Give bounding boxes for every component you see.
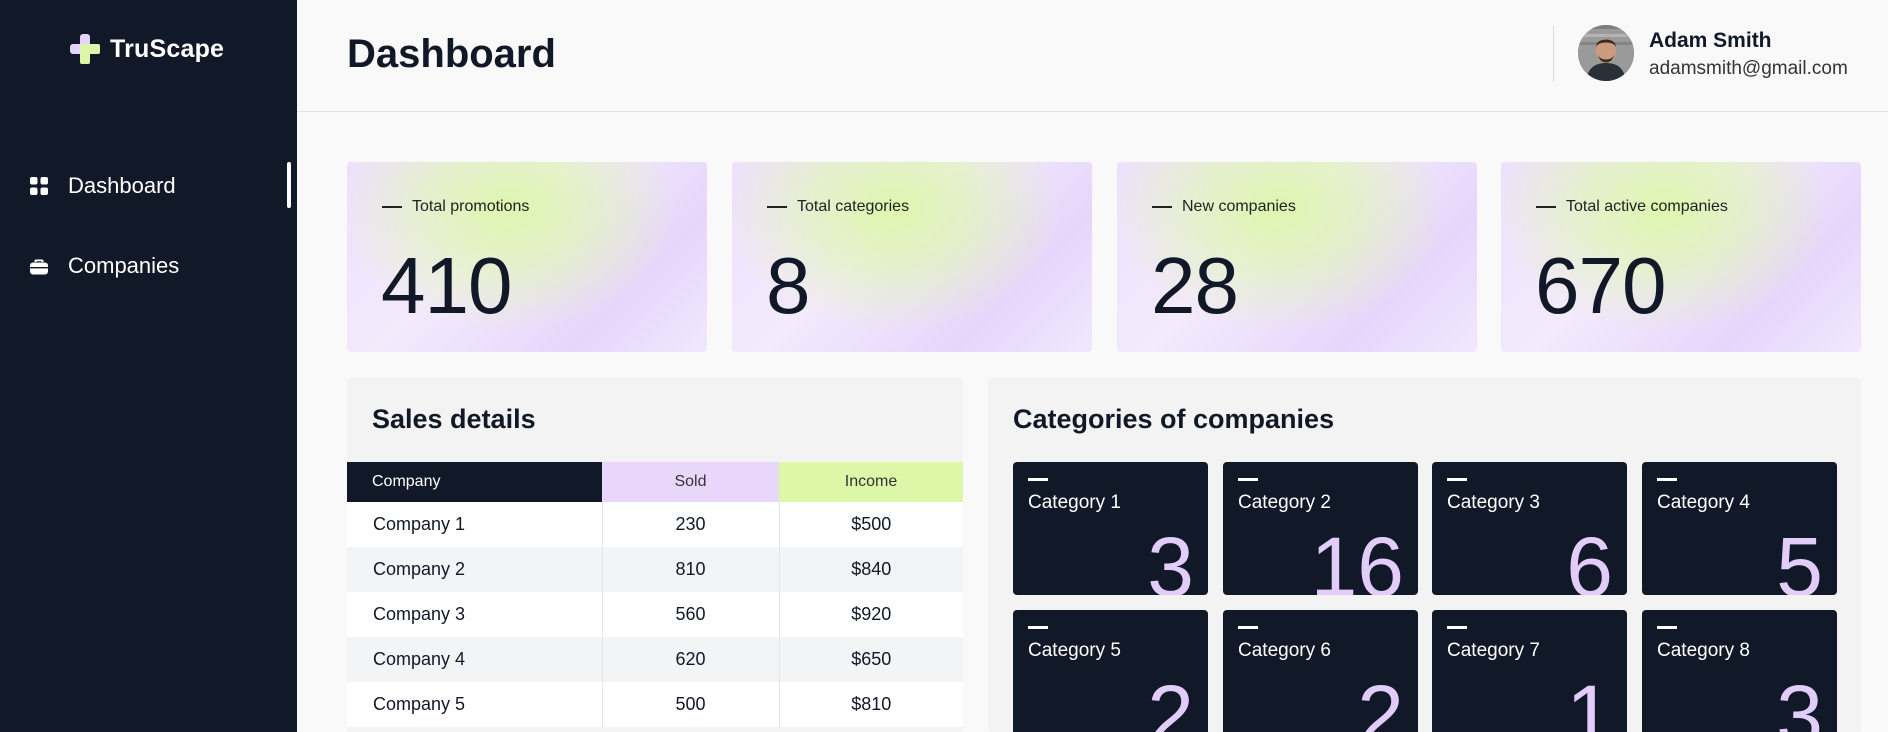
stat-card-total-promotions: Total promotions 410 bbox=[347, 162, 707, 352]
stat-value: 8 bbox=[766, 241, 810, 330]
cell-sold: 810 bbox=[602, 547, 780, 592]
sales-details-panel: Sales details Company Sold Income Compan… bbox=[347, 378, 963, 732]
cell-income: $500 bbox=[779, 502, 963, 547]
cell-income: $650 bbox=[779, 637, 963, 682]
stat-card-total-categories: Total categories 8 bbox=[732, 162, 1092, 352]
dash-icon bbox=[382, 206, 402, 208]
category-name: Category 2 bbox=[1238, 492, 1331, 513]
category-tile-5[interactable]: Category 5 2 bbox=[1013, 610, 1208, 732]
dash-icon bbox=[1238, 478, 1258, 481]
cell-sold: 230 bbox=[602, 502, 780, 547]
brand-name: TruScape bbox=[110, 34, 225, 63]
page-title: Dashboard bbox=[347, 32, 556, 76]
dash-icon bbox=[1152, 206, 1172, 208]
dash-icon bbox=[1536, 206, 1556, 208]
sales-table: Company Sold Income Company 1 230 $500 C… bbox=[347, 462, 963, 727]
table-row[interactable]: Company 4 620 $650 bbox=[347, 637, 963, 682]
categories-panel: Categories of companies Category 1 3 Cat… bbox=[988, 378, 1861, 732]
dash-icon bbox=[1657, 478, 1677, 481]
category-count: 1 bbox=[1566, 668, 1613, 732]
cell-company: Company 1 bbox=[347, 502, 603, 547]
briefcase-icon bbox=[28, 255, 50, 277]
category-name: Category 8 bbox=[1657, 640, 1750, 661]
stat-card-new-companies: New companies 28 bbox=[1117, 162, 1477, 352]
category-count: 3 bbox=[1776, 668, 1823, 732]
dash-icon bbox=[1447, 478, 1467, 481]
avatar[interactable] bbox=[1578, 25, 1634, 81]
sidebar-item-label: Companies bbox=[68, 253, 180, 278]
dash-icon bbox=[767, 206, 787, 208]
grid-icon bbox=[28, 175, 50, 197]
category-tile-8[interactable]: Category 8 3 bbox=[1642, 610, 1837, 732]
category-name: Category 3 bbox=[1447, 492, 1540, 513]
category-name: Category 6 bbox=[1238, 640, 1331, 661]
cell-company: Company 4 bbox=[347, 637, 603, 682]
stat-label: Total active companies bbox=[1566, 198, 1728, 215]
category-name: Category 5 bbox=[1028, 640, 1121, 661]
sidebar: TruScape Dashboard Companies bbox=[0, 0, 297, 732]
panel-title: Sales details bbox=[372, 404, 536, 434]
top-header: Dashboard Adam Smith adamsmith@gmail.com bbox=[297, 0, 1888, 112]
category-name: Category 7 bbox=[1447, 640, 1540, 661]
header-divider bbox=[1553, 26, 1554, 82]
stat-value: 670 bbox=[1535, 241, 1666, 330]
category-count: 2 bbox=[1147, 668, 1194, 732]
dash-icon bbox=[1238, 626, 1258, 629]
category-tile-1[interactable]: Category 1 3 bbox=[1013, 462, 1208, 595]
stat-label: New companies bbox=[1182, 198, 1296, 215]
category-count: 2 bbox=[1357, 668, 1404, 732]
brand[interactable]: TruScape bbox=[70, 34, 224, 64]
cell-income: $840 bbox=[779, 547, 963, 592]
brand-logo-icon bbox=[70, 34, 100, 64]
category-count: 16 bbox=[1310, 520, 1404, 595]
category-name: Category 1 bbox=[1028, 492, 1121, 513]
stat-label: Total categories bbox=[797, 198, 910, 215]
dash-icon bbox=[1657, 626, 1677, 629]
cell-company: Company 2 bbox=[347, 547, 603, 592]
dash-icon bbox=[1028, 478, 1048, 481]
category-tile-4[interactable]: Category 4 5 bbox=[1642, 462, 1837, 595]
cell-sold: 620 bbox=[602, 637, 780, 682]
sidebar-item-dashboard[interactable]: Dashboard bbox=[28, 173, 176, 199]
dash-icon bbox=[1447, 626, 1467, 629]
stat-value: 410 bbox=[381, 241, 512, 330]
table-row[interactable]: Company 5 500 $810 bbox=[347, 682, 963, 727]
category-name: Category 4 bbox=[1657, 492, 1750, 513]
cell-income: $810 bbox=[779, 682, 963, 727]
column-header-company[interactable]: Company bbox=[347, 462, 602, 502]
sidebar-item-companies[interactable]: Companies bbox=[28, 253, 179, 279]
sidebar-item-label: Dashboard bbox=[68, 173, 176, 198]
category-count: 5 bbox=[1776, 520, 1823, 595]
user-email: adamsmith@gmail.com bbox=[1649, 58, 1848, 79]
category-tile-6[interactable]: Category 6 2 bbox=[1223, 610, 1418, 732]
cell-sold: 500 bbox=[602, 682, 780, 727]
stat-label: Total promotions bbox=[412, 198, 530, 215]
table-row[interactable]: Company 2 810 $840 bbox=[347, 547, 963, 592]
category-count: 6 bbox=[1566, 520, 1613, 595]
stat-card-total-active-companies: Total active companies 670 bbox=[1501, 162, 1861, 352]
cell-income: $920 bbox=[779, 592, 963, 637]
table-row[interactable]: Company 1 230 $500 bbox=[347, 502, 963, 547]
table-row[interactable]: Company 3 560 $920 bbox=[347, 592, 963, 637]
column-header-income[interactable]: Income bbox=[779, 462, 963, 502]
category-tile-2[interactable]: Category 2 16 bbox=[1223, 462, 1418, 595]
category-tile-7[interactable]: Category 7 1 bbox=[1432, 610, 1627, 732]
panel-title: Categories of companies bbox=[1013, 404, 1335, 434]
column-header-sold[interactable]: Sold bbox=[602, 462, 779, 502]
cell-company: Company 3 bbox=[347, 592, 603, 637]
active-nav-indicator bbox=[287, 162, 291, 208]
stat-value: 28 bbox=[1151, 241, 1239, 330]
cell-company: Company 5 bbox=[347, 682, 603, 727]
category-count: 3 bbox=[1147, 520, 1194, 595]
dash-icon bbox=[1028, 626, 1048, 629]
cell-sold: 560 bbox=[602, 592, 780, 637]
user-name: Adam Smith bbox=[1649, 29, 1772, 52]
category-tile-3[interactable]: Category 3 6 bbox=[1432, 462, 1627, 595]
